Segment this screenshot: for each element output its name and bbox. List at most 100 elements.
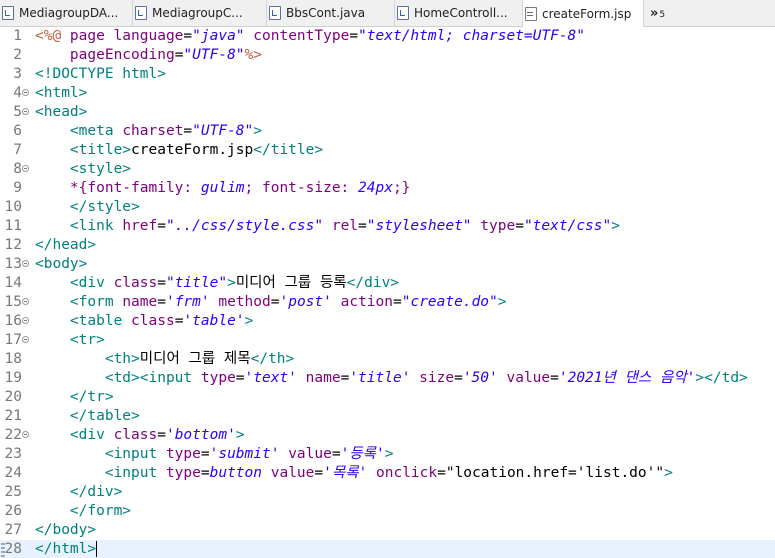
fold-collapse-icon[interactable]	[22, 165, 29, 172]
line-number: 14	[4, 275, 22, 291]
code-token: =	[314, 465, 324, 481]
code-token: class	[131, 313, 175, 329]
code-token: onclick	[376, 465, 438, 481]
line-number: 25	[4, 484, 22, 500]
code-line[interactable]: 14 <div class="title">미디어 그룹 등록</div>	[0, 274, 775, 293]
tab-overflow-button[interactable]: » 5	[644, 0, 665, 26]
code-line[interactable]: 18 <th>미디어 그룹 제목</th>	[0, 350, 775, 369]
code-line[interactable]: 21 </table>	[0, 407, 775, 426]
code-line[interactable]: 27 </body>	[0, 521, 775, 540]
code-line[interactable]: 24 <input type=button value='목록' onclick…	[0, 464, 775, 483]
code-token: </html>	[35, 541, 97, 557]
fold-collapse-icon[interactable]	[22, 260, 29, 267]
code-text: <meta charset="UTF-8">	[35, 122, 262, 141]
code-token: "stylesheet"	[366, 218, 472, 234]
code-line[interactable]: 4 <html>	[0, 84, 775, 103]
code-token: <td><input	[104, 370, 201, 386]
code-token: name	[122, 294, 158, 310]
code-line[interactable]: 17 <tr>	[0, 331, 775, 350]
code-token: type	[480, 218, 516, 234]
code-text: <table class='table'>	[35, 312, 253, 331]
fold-collapse-icon[interactable]	[22, 89, 29, 96]
line-number: 17	[4, 332, 22, 348]
fold-collapse-icon[interactable]	[22, 298, 29, 305]
fold-collapse-icon[interactable]	[22, 317, 29, 324]
code-line[interactable]: 2 pageEncoding="UTF-8"%>	[0, 46, 775, 65]
tab-homecontroll[interactable]: HomeControll...	[395, 0, 523, 26]
code-token: =	[183, 28, 193, 44]
code-text: </head>	[35, 236, 96, 255]
line-number: 5	[13, 104, 22, 120]
code-token: rel	[331, 218, 359, 234]
code-line[interactable]: 23 <input type='submit' value='등록'>	[0, 445, 775, 464]
code-line[interactable]: 10 </style>	[0, 198, 775, 217]
tab-mediagroupc[interactable]: MediagroupC...	[133, 0, 267, 26]
code-text: <td><input type='text' name='title' size…	[35, 369, 748, 388]
code-line[interactable]: 13 <body>	[0, 255, 775, 274]
code-token: contentType	[253, 28, 350, 44]
line-number: 6	[13, 123, 22, 139]
code-line[interactable]: 16 <table class='table'>	[0, 312, 775, 331]
code-line[interactable]: 28 </html>	[0, 540, 775, 558]
code-text: </style>	[35, 198, 140, 217]
tab-bbscont-java[interactable]: BbsCont.java	[267, 0, 395, 26]
line-number: 2	[13, 47, 22, 63]
code-line[interactable]: 11 <link href="../css/style.css" rel="st…	[0, 217, 775, 236]
fold-collapse-icon[interactable]	[22, 431, 29, 438]
code-line[interactable]: 26 </form>	[0, 502, 775, 521]
code-token: ; font-size:	[244, 180, 359, 196]
line-number: 26	[4, 503, 22, 519]
code-token: </table>	[69, 408, 140, 424]
code-text: <%@ page language="java" contentType="te…	[35, 27, 585, 46]
line-number: 23	[4, 446, 22, 462]
fold-collapse-icon[interactable]	[22, 108, 29, 115]
code-token: value	[506, 370, 551, 386]
code-line[interactable]: 20 </tr>	[0, 388, 775, 407]
code-token: >	[244, 313, 254, 329]
code-line[interactable]: 1 <%@ page language="java" contentType="t…	[0, 27, 775, 46]
overflow-count: 5	[659, 10, 666, 20]
fold-collapse-icon[interactable]	[22, 336, 29, 343]
code-token: value	[288, 446, 332, 462]
code-text: <input type='submit' value='등록'>	[35, 445, 394, 464]
code-line[interactable]: 6 <meta charset="UTF-8">	[0, 122, 775, 141]
code-token: =	[349, 28, 359, 44]
code-line[interactable]: 3 <!DOCTYPE html>	[0, 65, 775, 84]
code-line[interactable]: 8 <style>	[0, 160, 775, 179]
code-token: =	[454, 370, 463, 386]
code-text: <link href="../css/style.css" rel="style…	[35, 217, 620, 236]
code-editor[interactable]: 1 <%@ page language="java" contentType="t…	[0, 27, 775, 558]
tab-mediagroupda[interactable]: MediagroupDA...	[0, 0, 133, 26]
code-line[interactable]: 9 *{font-family: gulim; font-size: 24px;…	[0, 179, 775, 198]
code-token: method	[218, 294, 271, 310]
code-token: =	[340, 370, 350, 386]
code-text: <head>	[35, 103, 87, 122]
code-token: =	[393, 294, 402, 310]
code-token: class	[113, 427, 158, 443]
line-number: 27	[4, 522, 22, 538]
code-line[interactable]: 22 <div class='bottom'>	[0, 426, 775, 445]
code-token: >	[664, 465, 673, 481]
code-line[interactable]: 7 <title>createForm.jsp</title>	[0, 141, 775, 160]
code-token: =	[200, 465, 210, 481]
code-token: page	[69, 28, 114, 44]
code-token: 'submit'	[209, 446, 280, 462]
line-number: 22	[4, 427, 22, 443]
code-line[interactable]: 25 </div>	[0, 483, 775, 502]
code-line[interactable]: 19 <td><input type='text' name='title' s…	[0, 369, 775, 388]
tab-createform-jsp[interactable]: createForm.jsp✕	[523, 0, 644, 27]
tab-label: createForm.jsp	[542, 6, 632, 21]
code-token: >	[611, 218, 620, 234]
code-text: *{font-family: gulim; font-size: 24px;}	[35, 179, 411, 198]
code-line[interactable]: 15 <form name='frm' method='post' action…	[0, 293, 775, 312]
code-line[interactable]: 12 </head>	[0, 236, 775, 255]
code-line[interactable]: 5 <head>	[0, 103, 775, 122]
